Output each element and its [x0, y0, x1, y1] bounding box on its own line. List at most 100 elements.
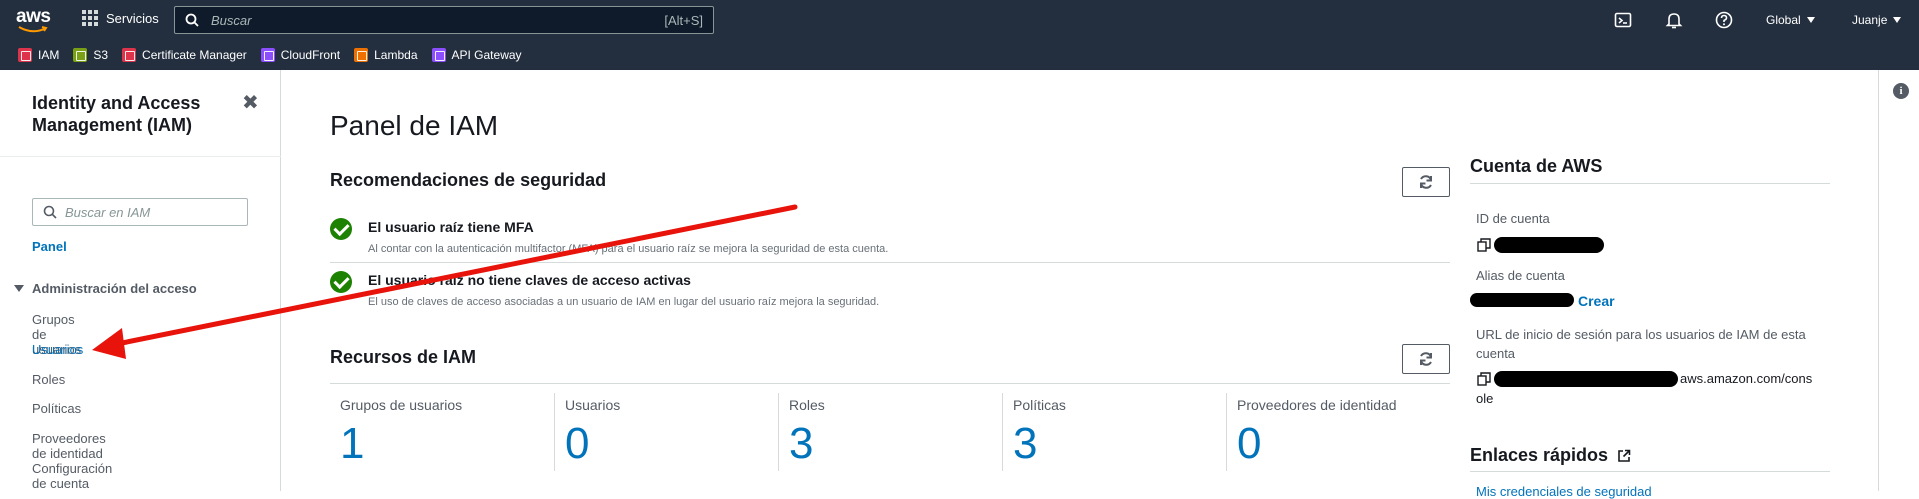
caret-down-icon: [14, 285, 24, 292]
sidebar-item-proveedores-de-identidad[interactable]: Proveedores de identidad: [32, 431, 106, 461]
check-circle-icon: [330, 271, 352, 293]
service-icon: [122, 48, 137, 62]
favorite-s3[interactable]: S3: [73, 48, 108, 62]
sidebar-title: Identity and Access Management (IAM): [32, 93, 201, 135]
favorite-certificate-manager[interactable]: Certificate Manager: [122, 48, 247, 62]
user-menu[interactable]: Juanje: [1852, 13, 1902, 27]
resource-label: Grupos de usuarios: [340, 397, 463, 413]
search-icon: [185, 13, 199, 27]
sidebar-search-input[interactable]: [65, 204, 235, 220]
close-icon[interactable]: ✖: [242, 90, 259, 115]
region-label: Global: [1766, 13, 1801, 27]
region-selector[interactable]: Global: [1766, 13, 1815, 27]
search-shortcut-hint: [Alt+S]: [664, 12, 703, 28]
account-alias-label: Alias de cuenta: [1476, 268, 1565, 283]
aws-smile-icon: [18, 26, 48, 33]
favorite-cloudfront[interactable]: CloudFront: [260, 48, 341, 62]
sidebar-item-usuarios[interactable]: Usuarios: [32, 342, 83, 357]
sidebar-item-panel[interactable]: Panel: [32, 239, 67, 254]
favorite-label: CloudFront: [280, 48, 341, 62]
favorite-label: Certificate Manager: [142, 48, 247, 62]
quick-links-heading: Enlaces rápidos: [1470, 445, 1631, 466]
resource-count-link[interactable]: 3: [1013, 419, 1037, 469]
service-icon: [18, 48, 32, 62]
resource-label: Roles: [789, 397, 825, 413]
copy-icon[interactable]: [1477, 372, 1491, 386]
resource-label: Proveedores de identidad: [1237, 397, 1397, 413]
quick-links-title: Enlaces rápidos: [1470, 445, 1609, 465]
service-icon: [260, 48, 275, 62]
sidebar-divider: [0, 156, 281, 157]
signin-url-label: URL de inicio de sesión para los usuario…: [1476, 327, 1806, 361]
divider: [1470, 183, 1830, 184]
create-alias-link[interactable]: Crear: [1578, 293, 1615, 309]
favorite-label: S3: [93, 48, 109, 62]
sidebar-section-access-management[interactable]: Administración del acceso: [14, 281, 197, 296]
signin-url-suffix-wrap: ole: [1476, 391, 1494, 406]
caret-down-icon: [1893, 17, 1902, 23]
recommendation-title: El usuario raíz tiene MFA: [368, 219, 534, 235]
favorite-label: Lambda: [374, 48, 418, 62]
services-menu-button[interactable]: Servicios: [82, 10, 159, 26]
services-label: Servicios: [106, 10, 159, 26]
resource-card-identity-providers: Proveedores de identidad 0: [1226, 393, 1450, 471]
service-icon: [431, 48, 446, 62]
sidebar-item-políticas[interactable]: Políticas: [32, 401, 81, 416]
sidebar-item-configuración-de-cuenta[interactable]: Configuración de cuenta: [32, 461, 112, 491]
quick-link-security-credentials[interactable]: Mis credenciales de seguridad: [1476, 484, 1652, 499]
copy-icon[interactable]: [1477, 238, 1491, 252]
resource-card-user-groups: Grupos de usuarios 1: [330, 393, 554, 471]
global-search[interactable]: [Alt+S]: [174, 6, 714, 34]
user-label: Juanje: [1852, 13, 1888, 27]
favorite-iam[interactable]: IAM: [18, 48, 59, 62]
favorite-label: API Gateway: [451, 48, 522, 62]
service-icon: [354, 48, 369, 62]
recommendation-description: El uso de claves de acceso asociadas a u…: [368, 296, 880, 308]
refresh-security-button[interactable]: [1402, 167, 1450, 197]
favorites-bar: IAM S3 Certificate Manager CloudFront Lambda…: [0, 40, 1919, 70]
divider: [330, 262, 1450, 263]
resource-label: Usuarios: [565, 397, 621, 413]
resource-count-link[interactable]: 0: [1237, 419, 1261, 469]
info-icon[interactable]: i: [1893, 83, 1909, 99]
favorite-label: IAM: [38, 48, 60, 62]
caret-down-icon: [1806, 17, 1815, 23]
recommendation-description: Al contar con la autenticación multifact…: [368, 243, 889, 255]
page-title: Panel de IAM: [330, 110, 499, 141]
search-icon: [43, 205, 57, 219]
refresh-icon: [1420, 175, 1432, 189]
divider: [330, 383, 1450, 384]
redacted-account-alias: [1470, 293, 1574, 307]
global-search-input[interactable]: [211, 12, 665, 28]
resource-count-link[interactable]: 0: [565, 419, 589, 469]
iam-resources-title: Recursos de IAM: [330, 347, 477, 367]
account-id-label: ID de cuenta: [1476, 211, 1550, 226]
security-recommendation-item: El usuario raíz tiene MFA Al contar con …: [330, 218, 1450, 258]
top-navigation-bar: aws Servicios [Alt+S] Global: [0, 0, 1919, 40]
favorite-api-gateway[interactable]: API Gateway: [431, 48, 522, 62]
resource-label: Políticas: [1013, 397, 1066, 413]
external-link-icon: [1618, 449, 1631, 463]
aws-account-title: Cuenta de AWS: [1470, 156, 1603, 176]
resource-count-link[interactable]: 3: [789, 419, 813, 469]
sidebar-search[interactable]: [32, 198, 248, 226]
redacted-signin-url: [1494, 371, 1678, 387]
help-icon[interactable]: [1715, 11, 1733, 29]
redacted-account-id: [1494, 237, 1604, 253]
sidebar: Identity and Access Management (IAM) ✖ P…: [0, 70, 281, 491]
resource-card-users: Usuarios 0: [554, 393, 778, 471]
grid-icon: [82, 10, 98, 26]
divider: [1470, 471, 1830, 472]
help-panel-divider: [1878, 70, 1879, 491]
refresh-resources-button[interactable]: [1402, 344, 1450, 374]
sidebar-section-label: Administración del acceso: [32, 281, 197, 296]
resource-card-policies: Políticas 3: [1002, 393, 1226, 471]
service-icon: [73, 48, 88, 62]
favorite-lambda[interactable]: Lambda: [354, 48, 418, 62]
security-recommendations-title: Recomendaciones de seguridad: [330, 170, 607, 190]
cloudshell-icon[interactable]: [1614, 11, 1632, 29]
resource-count-link[interactable]: 1: [340, 419, 364, 469]
sidebar-item-roles[interactable]: Roles: [32, 372, 65, 387]
bell-icon[interactable]: [1665, 11, 1683, 29]
aws-logo[interactable]: aws: [16, 6, 56, 34]
